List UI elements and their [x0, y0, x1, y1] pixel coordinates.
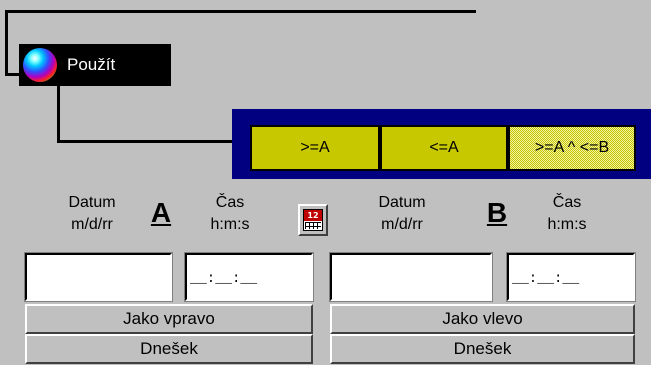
date-field-a[interactable] [24, 252, 173, 302]
time-caption-a-line2: h:m:s [210, 216, 250, 233]
date-field-b[interactable] [329, 252, 493, 302]
range-b-letter: B [486, 197, 508, 228]
date-input-a[interactable] [27, 255, 170, 299]
connector-line-top [5, 10, 476, 13]
same-as-right-label: Jako vpravo [123, 309, 215, 328]
date-caption-a-line2: m/d/rr [71, 216, 113, 233]
date-caption-b-line2: m/d/rr [381, 216, 423, 233]
connector-line-right [57, 140, 232, 143]
date-caption-a-line1: Datum [68, 194, 116, 211]
time-caption-b: Čas h:m:s [537, 192, 597, 236]
today-button-a-label: Dnešek [140, 339, 198, 358]
time-input-a[interactable] [187, 255, 311, 299]
apply-button[interactable]: Použít [19, 44, 171, 86]
mode-button-range[interactable]: >=A ^ <=B [508, 125, 636, 171]
connector-line-down [57, 86, 60, 143]
date-caption-b-line1: Datum [378, 194, 426, 211]
time-caption-b-line2: h:m:s [547, 216, 587, 233]
mode-button-gte-a[interactable]: >=A [250, 125, 380, 171]
apply-button-label: Použít [67, 55, 116, 74]
same-as-left-button[interactable]: Jako vlevo [330, 304, 635, 334]
time-caption-a-line1: Čas [215, 194, 245, 211]
color-orb-icon [23, 48, 57, 82]
mode-button-lte-a[interactable]: <=A [380, 125, 508, 171]
date-caption-b: Datum m/d/rr [362, 192, 442, 236]
same-as-right-button[interactable]: Jako vpravo [25, 304, 313, 334]
calendar-icon: 12 [303, 209, 323, 231]
time-field-b[interactable] [506, 252, 636, 302]
today-button-b[interactable]: Dnešek [330, 334, 635, 364]
mode-button-label: >=A ^ <=B [534, 139, 610, 156]
time-caption-a: Čas h:m:s [200, 192, 260, 236]
time-input-b[interactable] [509, 255, 633, 299]
same-as-left-label: Jako vlevo [442, 309, 523, 328]
time-caption-b-line1: Čas [552, 194, 582, 211]
today-button-a[interactable]: Dnešek [25, 334, 313, 364]
date-caption-a: Datum m/d/rr [52, 192, 132, 236]
today-button-b-label: Dnešek [453, 339, 512, 358]
mode-button-label: >=A [300, 139, 330, 156]
connector-line-left [5, 10, 8, 76]
mode-button-label: <=A [429, 139, 459, 156]
date-input-b[interactable] [332, 255, 490, 299]
calendar-button[interactable]: 12 [298, 204, 328, 236]
time-field-a[interactable] [184, 252, 314, 302]
range-a-letter: A [150, 197, 172, 228]
